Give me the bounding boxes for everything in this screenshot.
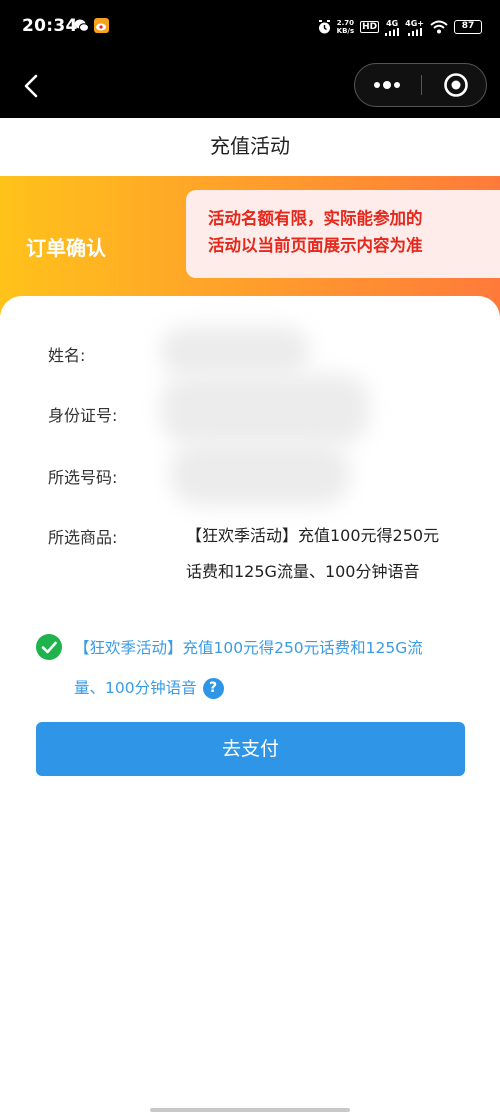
agreement-text[interactable]: 【狂欢季活动】充值100元得250元话费和125G流 量、100分钟语音? xyxy=(74,628,464,708)
product-label: 所选商品: xyxy=(48,528,118,547)
mini-program-capsule xyxy=(354,63,487,107)
number-value-redacted xyxy=(170,441,350,506)
home-indicator xyxy=(150,1108,350,1112)
pay-button[interactable]: 去支付 xyxy=(36,722,465,776)
sim1-signal: 4G xyxy=(385,18,400,36)
chevron-left-icon xyxy=(24,74,38,98)
agree-checkbox[interactable] xyxy=(36,634,62,660)
target-close-icon xyxy=(444,73,468,97)
help-icon[interactable]: ? xyxy=(202,678,224,699)
sim2-signal: 4G+ xyxy=(405,19,424,36)
sim1-label: 4G xyxy=(386,18,399,28)
product-row: 所选商品: 【狂欢季活动】充值100元得250元 话费和125G流量、100分钟… xyxy=(48,518,468,598)
status-time: 20:34 xyxy=(22,16,78,36)
notice-line-1: 活动名额有限，实际能参加的 xyxy=(208,209,423,228)
alarm-icon xyxy=(318,19,330,33)
network-speed: 2.70 KB/s xyxy=(337,19,354,35)
wifi-icon xyxy=(430,20,448,34)
order-banner: 订单确认 活动名额有限，实际能参加的 活动以当前页面展示内容为准 xyxy=(0,176,500,316)
product-value: 【狂欢季活动】充值100元得250元 话费和125G流量、100分钟语音 xyxy=(186,518,466,590)
speed-value: 2.70 xyxy=(336,19,355,27)
back-button[interactable] xyxy=(16,68,50,104)
speed-unit: KB/s xyxy=(336,27,355,35)
agreement-line-2: 量、100分钟语音? xyxy=(74,668,464,708)
notice-line-2: 活动以当前页面展示内容为准 xyxy=(208,236,423,255)
name-value-redacted xyxy=(160,326,310,376)
close-button[interactable] xyxy=(422,64,486,106)
battery-icon: 87 xyxy=(454,20,482,34)
more-button[interactable] xyxy=(355,64,421,106)
product-line-1: 【狂欢季活动】充值100元得250元 xyxy=(186,526,440,545)
number-label: 所选号码: xyxy=(48,468,118,487)
page-title: 充值活动 xyxy=(0,118,500,176)
product-line-2: 话费和125G流量、100分钟语音 xyxy=(186,562,420,581)
signal-icon xyxy=(385,27,400,36)
limit-notice: 活动名额有限，实际能参加的 活动以当前页面展示内容为准 xyxy=(180,190,500,278)
id-label: 身份证号: xyxy=(48,406,118,425)
hd-badge: HD xyxy=(360,21,380,33)
name-label: 姓名: xyxy=(48,346,86,365)
status-bar: 20:34 2.70 KB/s HD 4G 4G+ 87 xyxy=(0,0,500,56)
signal-icon xyxy=(407,27,422,36)
wechat-icon xyxy=(74,19,89,32)
checkmark-icon xyxy=(41,641,57,654)
weibo-icon xyxy=(94,18,109,33)
id-value-redacted xyxy=(160,374,370,444)
nav-bar xyxy=(0,56,500,118)
agreement-line-2-text: 量、100分钟语音 xyxy=(74,679,197,697)
status-right-group: 2.70 KB/s HD 4G 4G+ 87 xyxy=(318,16,482,38)
agreement-line-1: 【狂欢季活动】充值100元得250元话费和125G流 xyxy=(74,639,423,657)
more-dots-icon xyxy=(374,81,400,89)
sim2-label: 4G+ xyxy=(405,18,424,28)
order-confirm-heading: 订单确认 xyxy=(26,236,106,260)
